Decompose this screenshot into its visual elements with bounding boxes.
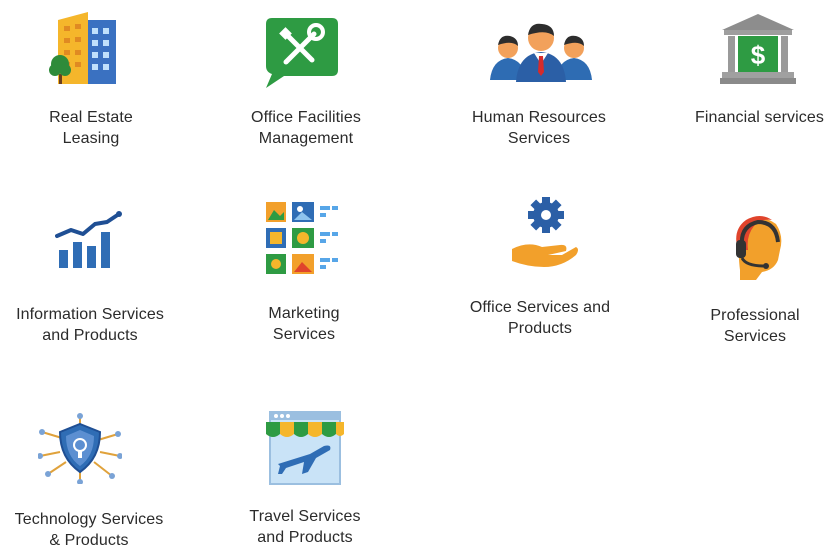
- tile-label: Office Services and Products: [469, 299, 611, 337]
- airplane-storefront-icon: [266, 411, 344, 485]
- tile-label: Professional Services: [710, 307, 800, 345]
- tools-icon: [266, 18, 338, 88]
- people-icon: [490, 23, 592, 82]
- image-grid-icon: [266, 202, 338, 274]
- building-icon: [49, 12, 116, 84]
- headset-icon: [736, 216, 782, 280]
- chart-icon: [55, 211, 122, 268]
- tile-label: Marketing Services: [268, 305, 340, 343]
- gear-hand-icon: [512, 197, 578, 267]
- bank-icon: $: [720, 14, 796, 84]
- shield-network-icon: [38, 413, 122, 484]
- tile-label: Human Resources Services: [472, 109, 606, 147]
- svg-text:$: $: [751, 40, 766, 70]
- tile-label: Technology Services & Products: [14, 511, 164, 549]
- tile-label: Real Estate Leasing: [49, 109, 133, 147]
- tile-label: Travel Services and Products: [249, 508, 361, 546]
- tile-label: Financial services: [695, 109, 824, 126]
- tile-label: Information Services and Products: [16, 306, 164, 344]
- tile-label: Office Facilities Management: [251, 109, 361, 147]
